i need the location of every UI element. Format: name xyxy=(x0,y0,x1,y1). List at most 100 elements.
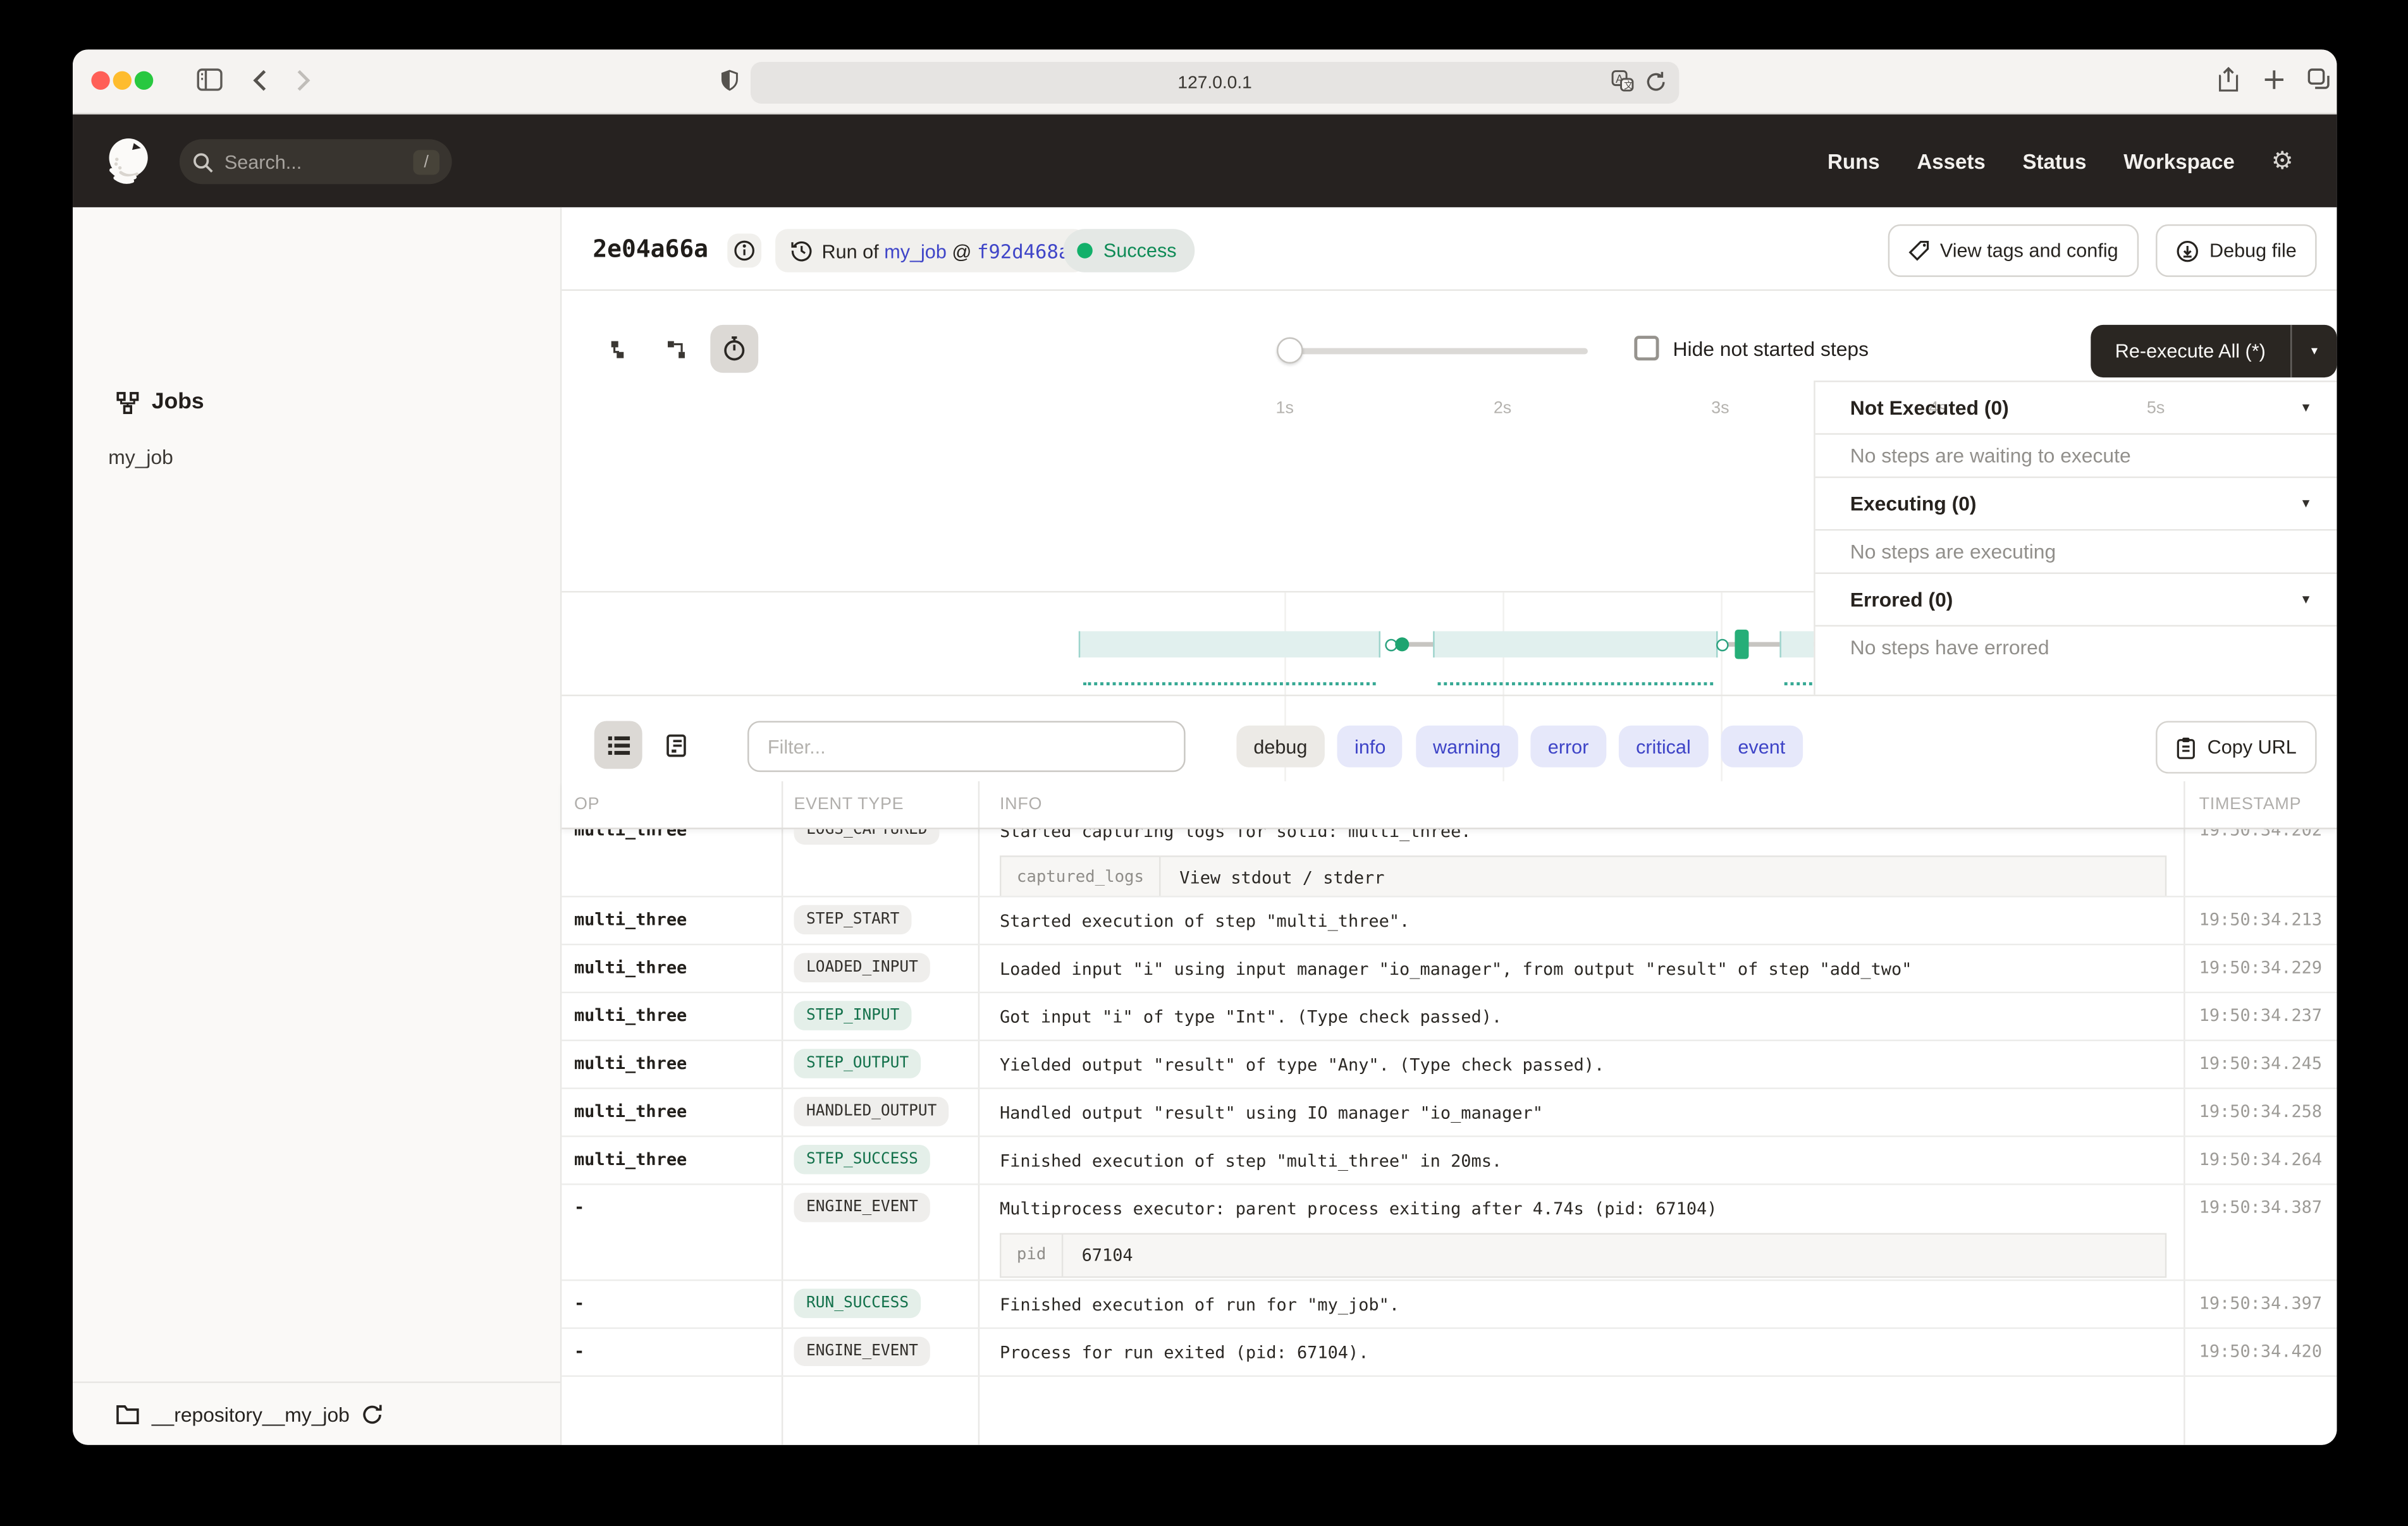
panel-section-title: Executing (0) xyxy=(1850,492,1977,515)
sidebar-item-my-job[interactable]: my_job xyxy=(108,446,173,469)
reexecute-dropdown-button[interactable]: ▼ xyxy=(2292,325,2337,377)
dagster-logo[interactable] xyxy=(102,135,155,187)
log-filter-input[interactable]: Filter... xyxy=(747,721,1186,772)
shield-icon[interactable] xyxy=(721,70,738,93)
hide-not-started-label: Hide not started steps xyxy=(1673,336,1869,360)
run-info-icon[interactable] xyxy=(727,234,761,268)
share-icon[interactable] xyxy=(2218,66,2239,93)
gantt-waiting-dotted-line xyxy=(1083,681,1376,685)
log-info-text: Yielded output "result" of type "Any". (… xyxy=(1000,1054,2172,1077)
sidebar-toggle-icon[interactable] xyxy=(197,68,223,92)
log-table-row[interactable]: -ENGINE_EVENTProcess for run exited (pid… xyxy=(562,1329,2337,1377)
job-name-link[interactable]: my_job xyxy=(884,241,947,262)
log-list-view-icon[interactable] xyxy=(594,721,642,769)
log-level-chip-debug[interactable]: debug xyxy=(1236,726,1324,767)
reexecute-all-button[interactable]: Re-execute All (*) xyxy=(2091,325,2292,377)
snapshot-link[interactable]: f92d468a xyxy=(977,239,1070,262)
log-metadata-entry: captured_logsView stdout / stderr xyxy=(1000,855,2166,897)
url-bar[interactable]: 127.0.0.1 A文 xyxy=(751,62,1679,104)
log-info-text: Multiprocess executor: parent process ex… xyxy=(1000,1197,2172,1221)
log-table-row[interactable]: -ENGINE_EVENTMultiprocess executor: pare… xyxy=(562,1185,2337,1281)
axis-tick-label: 2s xyxy=(1494,399,1511,417)
back-icon[interactable] xyxy=(252,70,266,91)
event-type-tag: STEP_SUCCESS xyxy=(794,1145,930,1174)
event-type-tag: STEP_OUTPUT xyxy=(794,1049,921,1078)
log-timestamp: 19:50:34.264 xyxy=(2199,1149,2323,1169)
waterfall-view-icon[interactable] xyxy=(651,325,699,373)
repository-label: __repository__my_job xyxy=(152,1402,350,1425)
new-tab-icon[interactable] xyxy=(2264,70,2284,90)
gantt-marker-span[interactable] xyxy=(1433,631,1718,657)
log-table-row[interactable]: multi_threeSTEP_OUTPUTYielded output "re… xyxy=(562,1041,2337,1089)
log-op-name: multi_three xyxy=(574,958,687,978)
view-tags-label: View tags and config xyxy=(1940,240,2118,261)
panel-section-header-2[interactable]: Errored (0)▼ xyxy=(1814,573,2337,627)
log-table-row[interactable]: multi_threeSTEP_STARTStarted execution o… xyxy=(562,897,2337,945)
log-structured-view-icon[interactable] xyxy=(651,721,699,769)
log-info-text: Process for run exited (pid: 67104). xyxy=(1000,1341,2172,1365)
log-table-row[interactable]: multi_threeLOGS_CAPTUREDStarted capturin… xyxy=(562,829,2337,898)
log-info-text: Finished execution of run for "my_job". xyxy=(1000,1293,2172,1317)
gantt-waiting-dotted-line xyxy=(1784,681,1813,685)
view-tags-button[interactable]: View tags and config xyxy=(1888,224,2139,277)
top-nav: Runs Assets Status Workspace xyxy=(1828,114,2235,207)
log-level-chip-event[interactable]: event xyxy=(1721,726,1802,767)
log-level-chip-info[interactable]: info xyxy=(1337,726,1403,767)
run-of-prefix: Run of xyxy=(822,241,879,262)
event-type-tag: STEP_START xyxy=(794,905,912,934)
log-table-row[interactable]: multi_threeLOADED_INPUTLoaded input "i" … xyxy=(562,945,2337,993)
log-op-name: multi_three xyxy=(574,1149,687,1169)
panel-section-body: No steps are executing xyxy=(1814,530,2337,572)
search-input[interactable]: Search... / xyxy=(180,139,452,184)
log-table-row[interactable]: multi_threeSTEP_INPUTGot input "i" of ty… xyxy=(562,993,2337,1041)
translate-icon[interactable]: A文 xyxy=(1611,70,1635,93)
reexecute-split-button: Re-execute All (*) ▼ xyxy=(2091,325,2337,377)
log-table-row[interactable]: -RUN_SUCCESSFinished execution of run fo… xyxy=(562,1281,2337,1329)
forward-icon[interactable] xyxy=(297,70,311,91)
reload-icon[interactable] xyxy=(1645,70,1666,93)
log-level-chip-error[interactable]: error xyxy=(1531,726,1606,767)
tag-icon xyxy=(1907,240,1929,261)
timed-view-icon[interactable] xyxy=(710,325,758,373)
zoom-slider-track[interactable] xyxy=(1286,348,1588,355)
event-type-tag: ENGINE_EVENT xyxy=(794,1336,930,1365)
step-status-panel: Not Executed (0)▼No steps are waiting to… xyxy=(1813,381,2337,695)
copy-url-button[interactable]: Copy URL xyxy=(2156,721,2317,773)
settings-gear-icon[interactable]: ⚙ xyxy=(2271,114,2294,207)
window-close-button[interactable] xyxy=(91,71,109,90)
window-zoom-button[interactable] xyxy=(135,71,153,90)
log-table-row[interactable]: multi_threeHANDLED_OUTPUTHandled output … xyxy=(562,1089,2337,1137)
log-level-chip-warning[interactable]: warning xyxy=(1416,726,1518,767)
column-header-eventtype: EVENT TYPE xyxy=(794,795,904,814)
nav-item-status[interactable]: Status xyxy=(2022,149,2086,173)
panel-section-header-0[interactable]: Not Executed (0)▼ xyxy=(1814,381,2337,435)
log-level-chips: debug info warning error critical event xyxy=(1236,726,1802,767)
gantt-marker-span[interactable] xyxy=(1078,631,1381,657)
run-header: 2e04a66a Run of my_job @ f92d468a Succes… xyxy=(562,207,2337,291)
reexecute-label: Re-execute All (*) xyxy=(2115,340,2266,362)
debug-file-button[interactable]: Debug file xyxy=(2155,224,2316,277)
panel-section-body: No steps are waiting to execute xyxy=(1814,435,2337,477)
gantt-marker-span[interactable] xyxy=(1779,631,1813,657)
metadata-key: captured_logs xyxy=(1001,857,1161,898)
metadata-value[interactable]: View stdout / stderr xyxy=(1161,857,1403,898)
tab-overview-icon[interactable] xyxy=(2307,68,2331,90)
nav-item-runs[interactable]: Runs xyxy=(1828,149,1880,173)
window-minimize-button[interactable] xyxy=(113,71,132,90)
log-timestamp: 19:50:34.202 xyxy=(2199,829,2323,840)
nav-item-workspace[interactable]: Workspace xyxy=(2123,149,2235,173)
log-info-text: Loaded input "i" using input manager "io… xyxy=(1000,958,2172,981)
event-type-tag: RUN_SUCCESS xyxy=(794,1289,921,1318)
panel-section-header-1[interactable]: Executing (0)▼ xyxy=(1814,477,2337,531)
log-level-chip-critical[interactable]: critical xyxy=(1619,726,1708,767)
gantt-step-execution-bar[interactable] xyxy=(1735,630,1748,659)
status-dot xyxy=(1077,243,1092,258)
log-op-name: multi_three xyxy=(574,1101,687,1121)
table-header: OP EVENT TYPE INFO TIMESTAMP xyxy=(562,781,2337,829)
log-table-row[interactable]: multi_threeSTEP_SUCCESSFinished executio… xyxy=(562,1137,2337,1185)
reload-repository-icon[interactable] xyxy=(362,1403,382,1425)
hide-not-started-checkbox[interactable] xyxy=(1634,336,1659,360)
nav-item-assets[interactable]: Assets xyxy=(1917,149,1985,173)
zoom-slider-thumb[interactable] xyxy=(1277,338,1303,364)
flat-view-icon[interactable] xyxy=(594,325,642,373)
